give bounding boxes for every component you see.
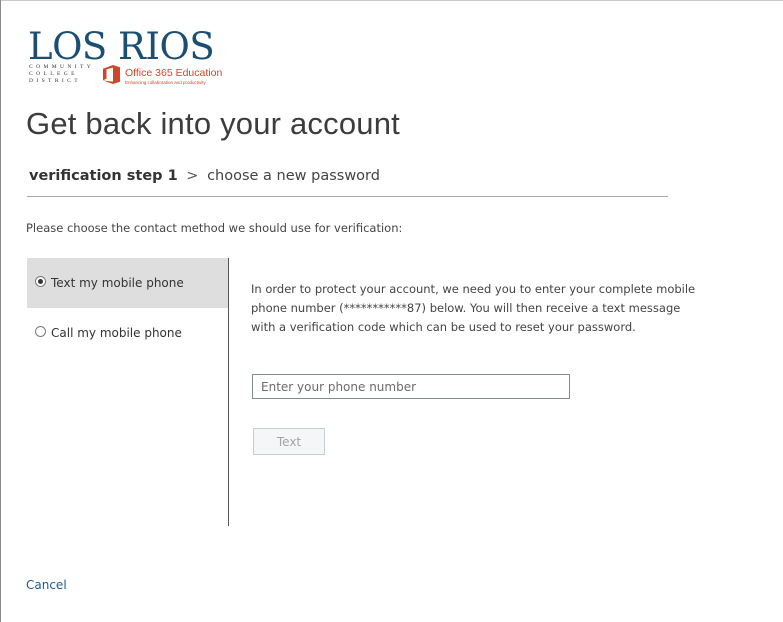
logo-subtitle-line: Community [29, 64, 95, 70]
panel-divider [228, 258, 229, 526]
breadcrumb-next-step: choose a new password [207, 168, 380, 184]
office-product-tagline: Enhancing collaboration and productivity [125, 80, 206, 85]
method-option-call[interactable]: Call my mobile phone [27, 308, 228, 358]
phone-number-input[interactable] [252, 374, 570, 399]
logo-subtitle-line: District [29, 78, 81, 84]
breadcrumb-current-step: verification step 1 [29, 168, 178, 184]
cancel-link[interactable]: Cancel [26, 578, 67, 592]
breadcrumb-separator: > [186, 168, 199, 184]
logo-wordmark: LOS RIOS [28, 25, 215, 68]
radio-button-checked[interactable] [35, 275, 46, 287]
window-top-border [0, 0, 783, 1]
radio-button[interactable] [35, 325, 46, 337]
los-rios-logo: LOS RIOS Community College District Offi… [28, 25, 228, 90]
send-text-button[interactable]: Text [253, 428, 325, 455]
method-option-label: Text my mobile phone [51, 276, 184, 290]
verification-description: In order to protect your account, we nee… [251, 282, 696, 334]
contact-method-list: Text my mobile phone Call my mobile phon… [27, 258, 228, 358]
office-product-title: Office 365 Education [125, 67, 223, 79]
logo-subtitle: Community College District [29, 64, 99, 85]
breadcrumb: verification step 1 > choose a new passw… [29, 168, 380, 184]
instruction-text: Please choose the contact method we shou… [26, 221, 403, 235]
office-logo-icon [103, 65, 120, 84]
breadcrumb-divider [27, 196, 668, 197]
method-option-text[interactable]: Text my mobile phone [27, 258, 228, 308]
window-left-border [0, 0, 1, 622]
method-option-label: Call my mobile phone [51, 326, 182, 340]
logo-subtitle-line: College [29, 71, 78, 77]
page-title: Get back into your account [26, 106, 400, 141]
